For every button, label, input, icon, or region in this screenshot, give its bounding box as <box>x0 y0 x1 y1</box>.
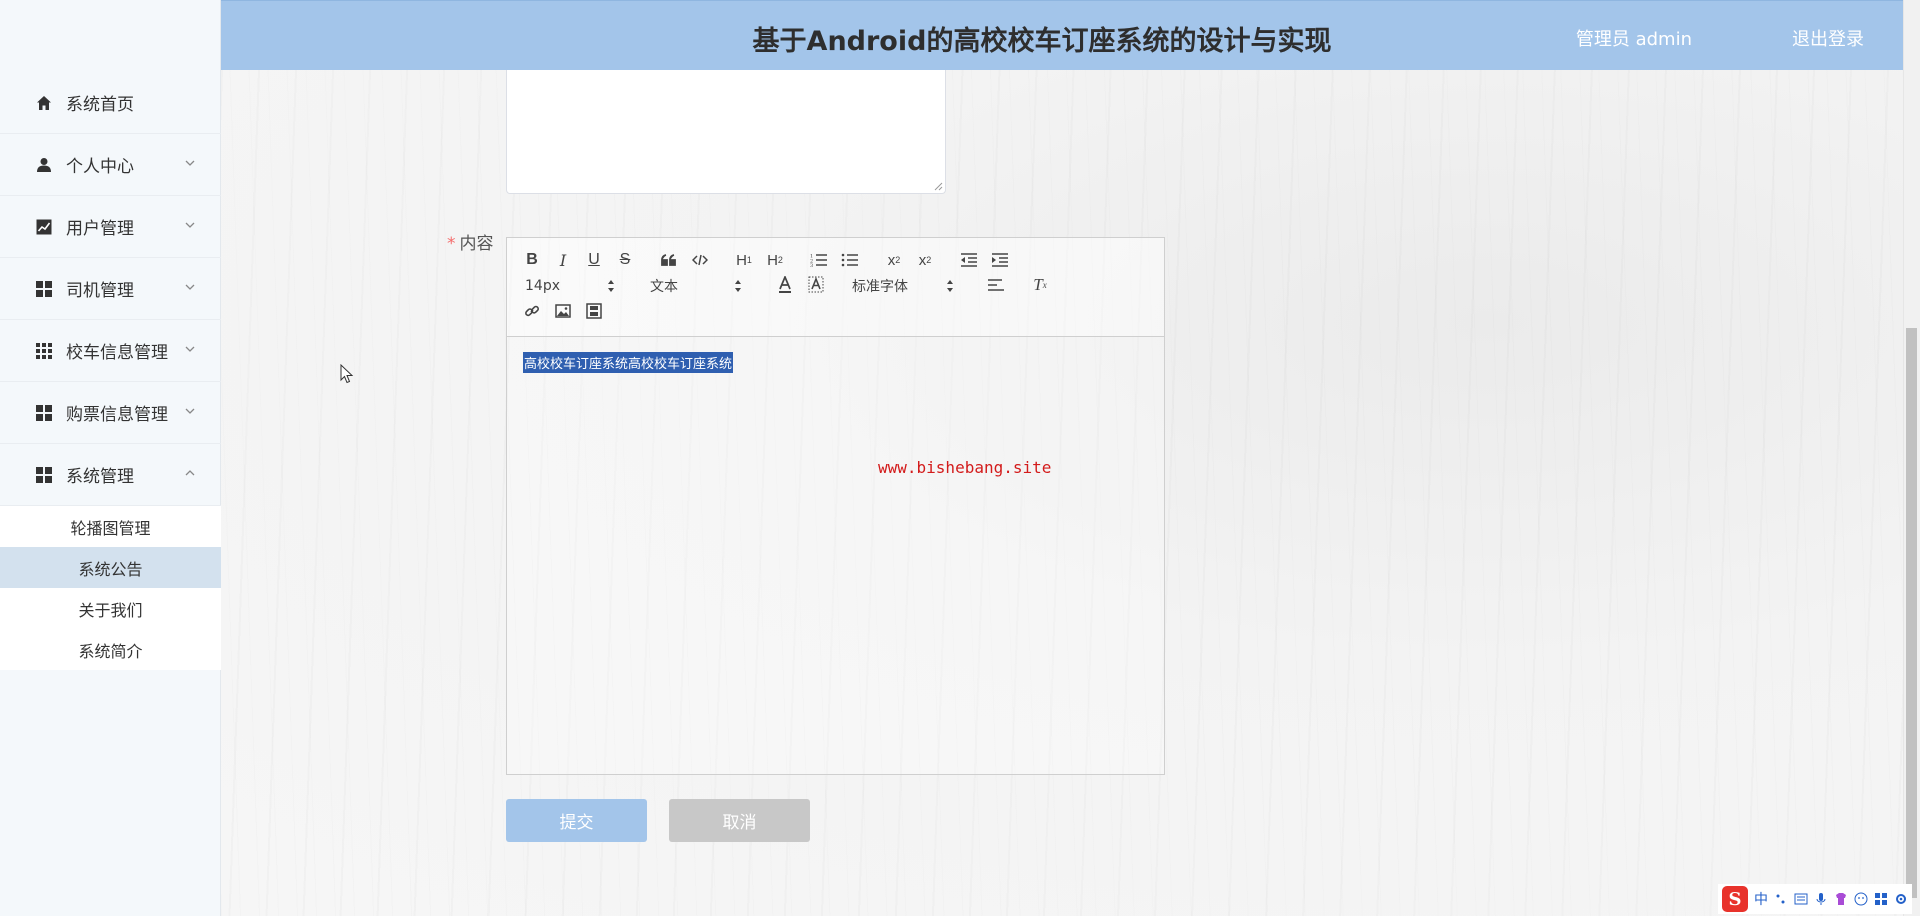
chart-icon <box>36 219 52 235</box>
chevron-down-icon <box>185 284 195 290</box>
home-icon <box>36 95 52 111</box>
submenu-item-carousel[interactable]: 轮播图管理 <box>0 506 221 547</box>
required-star: * <box>447 234 456 254</box>
editor-content-area[interactable]: 高校校车订座系统高校校车订座系统 <box>507 337 1164 774</box>
editor-toolbar: B I U S H1 H2 123 x2 x2 14px 文本 标准字体 T x <box>507 238 1164 337</box>
content-label: * 内容 <box>447 229 494 254</box>
font-size-select[interactable]: 14px <box>525 275 615 297</box>
chevron-down-icon <box>185 408 195 414</box>
sidebar-item-label: 系统首页 <box>66 95 134 115</box>
underline-icon[interactable]: U <box>582 248 606 272</box>
select-arrows-icon <box>608 280 614 292</box>
subscript-icon[interactable]: x2 <box>882 248 906 272</box>
font-size-value: 14px <box>525 278 560 294</box>
user-icon <box>36 157 52 173</box>
code-block-icon[interactable] <box>688 248 712 272</box>
grid-icon <box>36 404 52 421</box>
chevron-down-icon <box>185 160 195 166</box>
sidebar-item-label: 个人中心 <box>66 157 134 177</box>
system-management-submenu: 轮播图管理 系统公告 关于我们 系统简介 <box>0 506 221 670</box>
chevron-down-icon <box>185 346 195 352</box>
sidebar-item-home[interactable]: 系统首页 <box>0 72 221 134</box>
sidebar-item-label: 用户管理 <box>66 219 134 239</box>
chevron-down-icon <box>185 222 195 228</box>
sidebar-item-personal-center[interactable]: 个人中心 <box>0 134 221 196</box>
video-icon[interactable] <box>582 299 606 323</box>
select-arrows-icon <box>947 280 953 292</box>
font-color-icon[interactable] <box>773 273 797 297</box>
watermark-text: www.bishebang.site <box>878 458 1052 477</box>
italic-icon[interactable]: I <box>551 248 575 272</box>
admin-label: 管理员 admin <box>1575 29 1692 50</box>
top-header: 基于Android的高校校车订座系统的设计与实现 管理员 admin 退出登录 <box>221 0 1903 70</box>
cancel-button[interactable]: 取消 <box>669 799 810 842</box>
bullet-list-icon[interactable] <box>838 248 862 272</box>
sidebar-item-user-management[interactable]: 用户管理 <box>0 196 221 258</box>
link-icon[interactable] <box>520 299 544 323</box>
resize-handle-icon[interactable] <box>934 182 943 191</box>
emoji-icon[interactable] <box>1854 892 1868 906</box>
description-textarea[interactable] <box>506 70 946 194</box>
sidebar-item-driver-management[interactable]: 司机管理 <box>0 258 221 320</box>
select-arrows-icon <box>735 280 741 292</box>
sidebar-item-label: 司机管理 <box>66 281 134 301</box>
scrollbar-thumb[interactable] <box>1906 328 1917 898</box>
h1-icon[interactable]: H1 <box>732 248 756 272</box>
sogou-logo-icon[interactable]: S <box>1722 886 1748 912</box>
selected-text: 高校校车订座系统高校校车订座系统 <box>523 352 734 373</box>
ime-lang-toggle[interactable]: 中 <box>1754 889 1768 909</box>
sidebar-item-label: 系统管理 <box>66 467 134 487</box>
font-family-select[interactable]: 标准字体 <box>852 275 954 297</box>
header-select[interactable]: 文本 <box>650 275 742 297</box>
bold-icon[interactable]: B <box>520 248 544 272</box>
image-icon[interactable] <box>551 299 575 323</box>
font-family-value: 标准字体 <box>852 279 908 295</box>
clear-format-icon[interactable]: Tx <box>1028 273 1052 297</box>
background-color-icon[interactable] <box>804 273 828 297</box>
rich-text-editor: B I U S H1 H2 123 x2 x2 14px 文本 标准字体 T x… <box>506 237 1165 775</box>
sidebar-item-bus-info-management[interactable]: 校车信息管理 <box>0 320 221 382</box>
mouse-cursor-icon <box>340 364 354 384</box>
superscript-icon[interactable]: x2 <box>913 248 937 272</box>
ordered-list-icon[interactable]: 123 <box>807 248 831 272</box>
submit-button[interactable]: 提交 <box>506 799 647 842</box>
sidebar-menu: 系统首页 个人中心 用户管理 司机管理 校车信息管理 购票信息管理 系统管理 轮… <box>0 72 221 670</box>
sidebar-item-system-management[interactable]: 系统管理 <box>0 444 221 506</box>
sidebar-item-label: 校车信息管理 <box>66 343 168 363</box>
sidebar: 系统首页 个人中心 用户管理 司机管理 校车信息管理 购票信息管理 系统管理 轮… <box>0 0 221 916</box>
strike-icon[interactable]: S <box>613 248 637 272</box>
submenu-item-announcement[interactable]: 系统公告 <box>0 547 221 588</box>
outdent-icon[interactable] <box>957 248 981 272</box>
grid-icon <box>36 280 52 297</box>
chevron-up-icon <box>185 470 195 476</box>
settings-icon[interactable] <box>1894 892 1908 906</box>
h2-icon[interactable]: H2 <box>763 248 787 272</box>
svg-text:3: 3 <box>810 263 813 267</box>
keyboard-icon[interactable] <box>1794 892 1808 906</box>
microphone-icon[interactable] <box>1814 892 1828 906</box>
content-label-text: 内容 <box>459 234 494 254</box>
apps-grid-icon[interactable] <box>1874 892 1888 906</box>
ime-toolbar: S 中 <box>1718 884 1912 914</box>
punctuation-icon[interactable] <box>1774 892 1788 906</box>
blockquote-icon[interactable] <box>657 248 681 272</box>
skin-icon[interactable] <box>1834 892 1848 906</box>
submenu-item-about-us[interactable]: 关于我们 <box>0 588 221 629</box>
page-scrollbar[interactable] <box>1903 0 1920 916</box>
sidebar-item-ticket-info-management[interactable]: 购票信息管理 <box>0 382 221 444</box>
header-select-value: 文本 <box>650 279 678 295</box>
indent-icon[interactable] <box>988 248 1012 272</box>
sidebar-item-label: 购票信息管理 <box>66 405 168 425</box>
apps-icon <box>36 342 52 359</box>
align-icon[interactable] <box>984 273 1008 297</box>
logout-button[interactable]: 退出登录 <box>1792 25 1864 51</box>
submenu-item-system-intro[interactable]: 系统简介 <box>0 629 221 670</box>
grid-icon <box>36 466 52 483</box>
